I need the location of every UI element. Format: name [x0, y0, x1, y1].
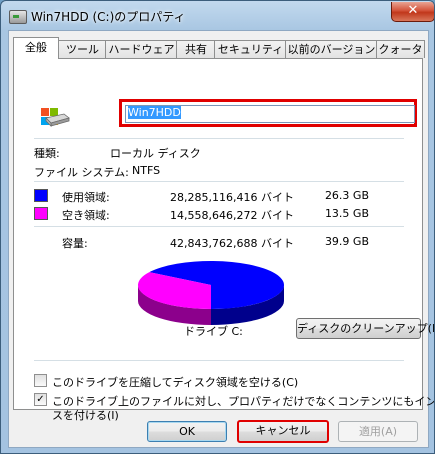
free-space-size: 13.5 GB [324, 207, 369, 220]
used-space-swatch [34, 189, 48, 202]
tab-previous-versions[interactable]: 以前のバージョン [285, 40, 378, 58]
capacity-label: 容量: [62, 237, 88, 250]
separator [34, 226, 404, 227]
filesystem-value: NTFS [132, 164, 161, 177]
type-value: ローカル ディスク [110, 147, 201, 160]
used-space-label: 使用領域: [62, 191, 110, 204]
drive-name-highlight: Win7HDD [119, 99, 417, 127]
tab-strip: 全般 ツール ハードウェア 共有 セキュリティ 以前のバージョン クォータ [13, 37, 425, 59]
used-space-bytes: 28,285,116,416 バイト [170, 191, 294, 204]
separator [34, 181, 404, 182]
disk-cleanup-button[interactable]: ディスクのクリーンアップ(D) [296, 318, 434, 339]
close-button[interactable]: ✕ [391, 2, 434, 22]
used-space-size: 26.3 GB [324, 189, 369, 202]
drive-name-input[interactable]: Win7HDD [125, 105, 415, 123]
filesystem-label: ファイル システム: [34, 166, 129, 179]
drive-name-value: Win7HDD [128, 106, 181, 119]
apply-button[interactable]: 適用(A) [338, 421, 418, 442]
free-space-label: 空き領域: [62, 209, 110, 222]
general-tab-panel: Win7HDD 種類: ローカル ディスク ファイル システム: NTFS 使用… [13, 58, 434, 422]
properties-window: Win7HDD (C:)のプロパティ ✕ 全般 ツール ハードウェア 共有 セキ… [0, 0, 435, 454]
tab-tools[interactable]: ツール [58, 40, 107, 58]
drive-icon [9, 10, 27, 24]
compress-checkbox[interactable] [34, 374, 47, 387]
index-checkbox[interactable]: ✓ [34, 393, 47, 406]
compress-label: このドライブを圧縮してディスク領域を空ける(C) [52, 376, 299, 389]
type-label: 種類: [34, 147, 60, 160]
separator [34, 360, 404, 361]
tab-sharing[interactable]: 共有 [176, 40, 216, 58]
title-bar[interactable]: Win7HDD (C:)のプロパティ ✕ [1, 1, 434, 29]
capacity-bytes: 42,843,762,688 バイト [170, 237, 294, 250]
capacity-size: 39.9 GB [324, 235, 369, 248]
free-space-swatch [34, 207, 48, 220]
index-label-line2: スを付ける(I) [52, 409, 119, 422]
tab-general[interactable]: 全般 [13, 37, 59, 59]
pie-top [137, 261, 284, 309]
tab-hardware[interactable]: ハードウェア [105, 40, 178, 58]
tab-security[interactable]: セキュリティ [214, 40, 287, 58]
disk-usage-pie-chart [137, 261, 284, 325]
hard-drive-icon [41, 108, 70, 127]
window-title: Win7HDD (C:)のプロパティ [31, 10, 186, 24]
cancel-button[interactable]: キャンセル [237, 420, 329, 443]
ok-button[interactable]: OK [147, 421, 227, 442]
drive-label: ドライブ C: [184, 325, 243, 338]
dialog-client: 全般 ツール ハードウェア 共有 セキュリティ 以前のバージョン クォータ Wi… [8, 30, 434, 448]
free-space-bytes: 14,558,646,272 バイト [170, 209, 294, 222]
tab-quota[interactable]: クォータ [376, 40, 425, 58]
separator [34, 138, 404, 139]
